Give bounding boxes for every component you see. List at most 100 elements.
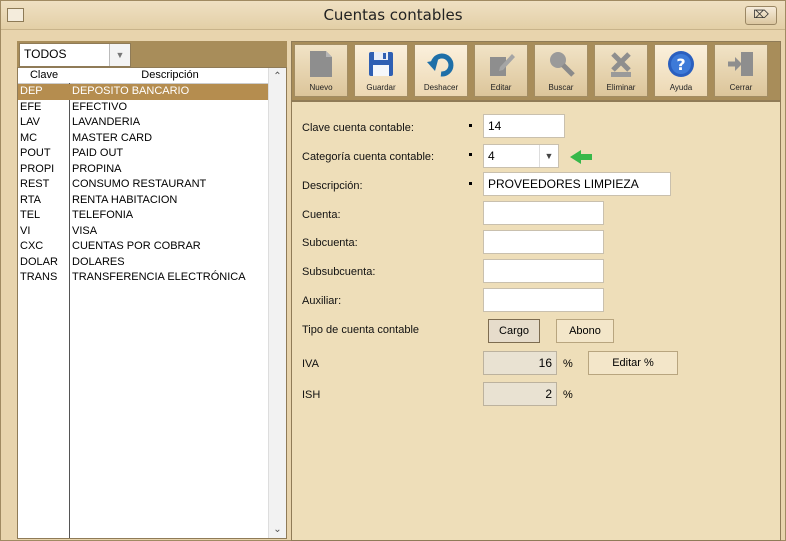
account-list[interactable]: Clave Descripción DEP DEPOSITO BANCARIO EF…	[17, 67, 287, 539]
nuevo-button[interactable]: Nuevo	[294, 44, 348, 97]
required-marker	[469, 182, 472, 185]
list-item[interactable]: REST CONSUMO RESTAURANT	[18, 177, 270, 193]
descripcion-cell: LAVANDERIA	[72, 116, 141, 128]
chevron-down-icon[interactable]: ▼	[539, 145, 558, 167]
eliminar-label: Eliminar	[606, 83, 636, 92]
buscar-button[interactable]: Buscar	[534, 44, 588, 97]
descripcion-cell: TRANSFERENCIA ELECTRÓNICA	[72, 271, 246, 283]
abono-button[interactable]: Abono	[556, 319, 614, 343]
descripcion-cell: CONSUMO RESTAURANT	[72, 178, 207, 190]
list-item[interactable]: DEP DEPOSITO BANCARIO	[18, 84, 270, 100]
descripcion-cell: EFECTIVO	[72, 100, 128, 113]
cargo-button[interactable]: Cargo	[488, 319, 540, 343]
descripcion-cell: DOLARES	[72, 255, 125, 268]
iva-input[interactable]: 16	[483, 351, 557, 375]
list-item[interactable]: RTA RENTA HABITACION	[18, 193, 270, 209]
descripcion-cell: TELEFONIA	[72, 209, 134, 221]
account-list-panel: TODOS ▼ Clave Descripción DEP DEPOSITO BA…	[17, 41, 287, 539]
list-item[interactable]: MC MASTER CARD	[18, 131, 270, 147]
subcuenta-input[interactable]	[483, 230, 604, 254]
iva-percent-sign: %	[563, 358, 573, 370]
subsubcuenta-input[interactable]	[483, 259, 604, 283]
toolbar: Nuevo Guardar Deshacer Editar Buscar Eli…	[291, 41, 781, 101]
list-rows: DEP DEPOSITO BANCARIO EFE EFECTIVO LAV LAVAND…	[18, 84, 270, 286]
eliminar-button[interactable]: Eliminar	[594, 44, 648, 97]
floppy-disk-icon	[369, 52, 393, 76]
cerrar-label: Cerrar	[729, 83, 753, 92]
help-icon: ?	[668, 51, 694, 77]
clave-cell: MC	[20, 131, 38, 144]
edit-icon	[490, 54, 515, 76]
cerrar-button[interactable]: Cerrar	[714, 44, 768, 97]
ish-input[interactable]: 2	[483, 382, 557, 406]
required-marker	[469, 124, 472, 127]
scroll-down-icon[interactable]: ⌄	[269, 521, 286, 538]
green-arrow-icon[interactable]	[569, 148, 593, 164]
list-header: Clave Descripción	[18, 68, 270, 84]
editar-label: Editar	[490, 83, 512, 92]
descripcion-cell: PROPINA	[72, 162, 122, 175]
ish-percent-sign: %	[563, 389, 573, 401]
descripcion-cell: MASTER CARD	[72, 131, 153, 144]
list-item[interactable]: TEL TELEFONIA	[18, 208, 270, 224]
close-button[interactable]: ⌦	[745, 6, 777, 25]
list-scrollbar[interactable]: ⌃ ⌄	[268, 68, 286, 538]
chevron-down-icon[interactable]: ▼	[109, 44, 130, 66]
list-item[interactable]: VI VISA	[18, 224, 270, 240]
editar-button[interactable]: Editar	[474, 44, 528, 97]
descripcion-cell: VISA	[72, 224, 98, 237]
clave-cell: PROPI	[20, 162, 55, 175]
auxiliar-input[interactable]	[483, 288, 604, 312]
close-icon: ⌦	[753, 9, 769, 21]
filter-select[interactable]: TODOS ▼	[19, 43, 131, 67]
subsubcuenta-label: Subsubcuenta:	[302, 266, 376, 278]
editar-porcentaje-button[interactable]: Editar %	[588, 351, 678, 375]
required-marker	[469, 153, 472, 156]
guardar-button[interactable]: Guardar	[354, 44, 408, 97]
list-item[interactable]: POUT PAID OUT	[18, 146, 270, 162]
deshacer-button[interactable]: Deshacer	[414, 44, 468, 97]
account-form: Clave cuenta contable: 14 Categoría cuen…	[291, 101, 781, 541]
list-item[interactable]: DOLAR DOLARES	[18, 255, 270, 271]
list-item[interactable]: LAV LAVANDERIA	[18, 115, 270, 131]
subcuenta-label: Subcuenta:	[302, 237, 358, 249]
column-header-clave[interactable]: Clave	[18, 69, 70, 81]
list-item[interactable]: CXC CUENTAS POR COBRAR	[18, 239, 270, 255]
clave-cell: POUT	[20, 147, 51, 159]
iva-label: IVA	[302, 358, 319, 370]
column-header-descripcion[interactable]: Descripción	[70, 69, 270, 81]
descripcion-cell: PAID OUT	[72, 147, 124, 159]
title-bar: Cuentas contables ⌦	[1, 1, 785, 30]
cuenta-label: Cuenta:	[302, 209, 341, 221]
descripcion-label: Descripción:	[302, 180, 363, 192]
descripcion-cell: RENTA HABITACION	[72, 193, 178, 206]
scroll-up-icon[interactable]: ⌃	[269, 68, 286, 85]
tipo-cuenta-label: Tipo de cuenta contable	[302, 324, 420, 336]
buscar-label: Buscar	[548, 83, 574, 92]
ayuda-label: Ayuda	[669, 83, 693, 92]
list-item[interactable]: TRANS TRANSFERENCIA ELECTRÓNICA	[18, 270, 270, 286]
categoria-value: 4	[488, 149, 495, 163]
clave-cell: TRANS	[20, 271, 58, 283]
svg-text:?: ?	[676, 55, 685, 74]
descripcion-cell: CUENTAS POR COBRAR	[72, 240, 201, 252]
list-item[interactable]: PROPI PROPINA	[18, 162, 270, 178]
filter-value: TODOS	[24, 47, 67, 61]
clave-cell: LAV	[20, 116, 40, 128]
window: Cuentas contables ⌦ TODOS ▼ Clave Descri…	[0, 0, 786, 541]
clave-cell: EFE	[20, 100, 42, 113]
descripcion-input[interactable]: PROVEEDORES LIMPIEZA	[483, 172, 671, 196]
list-item[interactable]: EFE EFECTIVO	[18, 100, 270, 116]
clave-cell: DOLAR	[20, 255, 58, 268]
clave-input[interactable]: 14	[483, 114, 565, 138]
new-document-icon	[310, 51, 332, 77]
deshacer-label: Deshacer	[423, 83, 459, 92]
nuevo-label: Nuevo	[309, 83, 333, 92]
cuenta-input[interactable]	[483, 201, 604, 225]
categoria-select[interactable]: 4 ▼	[483, 144, 559, 168]
ayuda-button[interactable]: ? Ayuda	[654, 44, 708, 97]
window-title: Cuentas contables	[323, 6, 463, 24]
clave-label: Clave cuenta contable:	[302, 122, 414, 134]
clave-cell: VI	[20, 224, 31, 237]
guardar-label: Guardar	[366, 83, 396, 92]
